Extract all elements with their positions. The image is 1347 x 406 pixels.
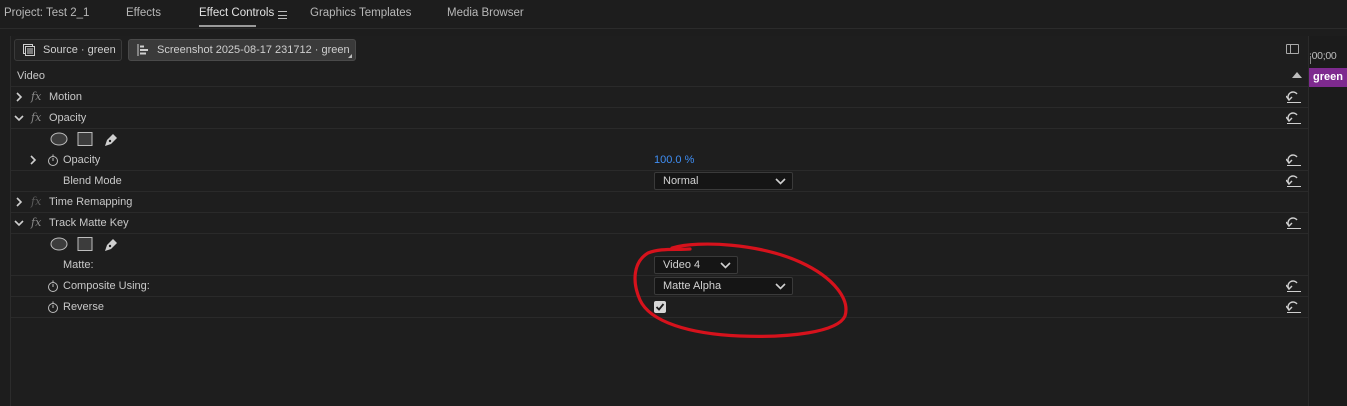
rectangle-mask-icon[interactable]	[77, 132, 93, 146]
chevron-right-icon[interactable]	[14, 91, 24, 103]
property-row-reverse[interactable]: Reverse	[11, 297, 1308, 318]
effect-timeline[interactable]: :00;00 green	[1308, 36, 1347, 406]
property-label-composite-using: Composite Using:	[63, 280, 150, 292]
reset-icon[interactable]	[1286, 154, 1302, 166]
effect-row-track-matte-key[interactable]: fx Track Matte Key	[11, 213, 1308, 234]
stopwatch-icon[interactable]	[47, 280, 59, 292]
reset-icon[interactable]	[1286, 91, 1302, 103]
property-row-opacity[interactable]: Opacity 100.0 %	[11, 150, 1308, 171]
effect-label-time-remapping: Time Remapping	[49, 196, 133, 208]
effect-row-motion[interactable]: fx Motion	[11, 87, 1308, 108]
property-label-matte: Matte:	[63, 259, 94, 271]
stopwatch-icon[interactable]	[47, 154, 59, 166]
effect-row-opacity[interactable]: fx Opacity	[11, 108, 1308, 129]
panel-menu-icon[interactable]	[278, 11, 287, 19]
source-clip-label: Source · green	[43, 44, 116, 56]
effect-label-motion: Motion	[49, 91, 83, 103]
track-matte-mask-tools	[11, 234, 1308, 255]
sequence-clip-label: Screenshot 2025-08-17 231712 · green	[157, 44, 350, 56]
dropdown-corner-icon	[348, 54, 352, 58]
pen-mask-icon[interactable]	[103, 237, 119, 253]
fx-icon[interactable]: fx	[31, 216, 41, 229]
source-bar: Source · green Screenshot 2025-08-17 231…	[11, 36, 1308, 66]
matte-dropdown[interactable]: Video 4	[654, 256, 738, 274]
opacity-mask-tools	[11, 129, 1308, 150]
checkmark-icon	[655, 303, 665, 311]
effect-label-opacity: Opacity	[49, 112, 87, 124]
tab-effects[interactable]: Effects	[126, 7, 161, 19]
panel-tab-bar: Project: Test 2_1 Effects Effect Control…	[0, 0, 1347, 29]
source-clip-button[interactable]: Source · green	[14, 39, 122, 61]
property-row-blend-mode[interactable]: Blend Mode Normal	[11, 171, 1308, 192]
reset-icon[interactable]	[1286, 112, 1302, 124]
pen-mask-icon[interactable]	[103, 132, 119, 148]
chevron-down-icon	[720, 262, 731, 269]
chevron-down-icon	[775, 283, 786, 290]
tab-graphics-templates[interactable]: Graphics Templates	[310, 7, 411, 19]
reset-icon[interactable]	[1286, 217, 1302, 229]
chevron-down-icon[interactable]	[14, 112, 24, 124]
ellipse-mask-icon[interactable]	[50, 237, 68, 251]
video-section-header: Video	[11, 66, 1308, 87]
tab-effect-controls[interactable]: Effect Controls	[199, 7, 274, 27]
effect-controls-panel: Source · green Screenshot 2025-08-17 231…	[10, 36, 1347, 406]
stopwatch-icon[interactable]	[47, 301, 59, 313]
blend-mode-dropdown[interactable]: Normal	[654, 172, 793, 190]
composite-using-dropdown[interactable]: Matte Alpha	[654, 277, 793, 295]
composite-using-value: Matte Alpha	[663, 280, 722, 292]
timeline-timecode: :00;00	[1309, 50, 1337, 64]
fx-icon[interactable]: fx	[31, 90, 41, 103]
matte-value: Video 4	[663, 259, 701, 271]
chevron-down-icon[interactable]	[14, 217, 24, 229]
property-label-reverse: Reverse	[63, 301, 104, 313]
property-row-composite-using[interactable]: Composite Using: Matte Alpha	[11, 276, 1308, 297]
toggle-timeline-view-icon[interactable]	[1286, 44, 1299, 54]
effect-row-time-remapping[interactable]: fx Time Remapping	[11, 192, 1308, 213]
blend-mode-value: Normal	[663, 175, 699, 187]
reset-icon[interactable]	[1286, 280, 1302, 292]
video-section-label: Video	[17, 70, 45, 82]
timeline-clip[interactable]: green	[1309, 68, 1347, 87]
property-label-blend-mode: Blend Mode	[63, 175, 122, 187]
chevron-right-icon[interactable]	[14, 196, 24, 208]
reverse-checkbox[interactable]	[654, 301, 666, 313]
chevron-down-icon	[775, 178, 786, 185]
reset-icon[interactable]	[1286, 175, 1302, 187]
ellipse-mask-icon[interactable]	[50, 132, 68, 146]
opacity-value[interactable]: 100.0 %	[654, 154, 694, 166]
reset-icon[interactable]	[1286, 301, 1302, 313]
effect-label-track-matte-key: Track Matte Key	[49, 217, 129, 229]
sequence-icon	[137, 44, 148, 56]
clip-icon	[23, 44, 35, 56]
chevron-right-icon[interactable]	[28, 154, 38, 166]
rectangle-mask-icon[interactable]	[77, 237, 93, 251]
scroll-up-icon[interactable]	[1292, 72, 1302, 78]
property-row-matte[interactable]: Matte: Video 4	[11, 255, 1308, 276]
property-label-opacity: Opacity	[63, 154, 101, 166]
tab-project[interactable]: Project: Test 2_1	[4, 7, 89, 19]
tab-media-browser[interactable]: Media Browser	[447, 7, 524, 19]
fx-disabled-icon: fx	[31, 195, 42, 208]
sequence-clip-button[interactable]: Screenshot 2025-08-17 231712 · green	[128, 39, 356, 61]
effect-rows: Video fx Motion fx Opacity Opacity 100.0…	[11, 66, 1308, 318]
fx-icon[interactable]: fx	[31, 111, 41, 124]
